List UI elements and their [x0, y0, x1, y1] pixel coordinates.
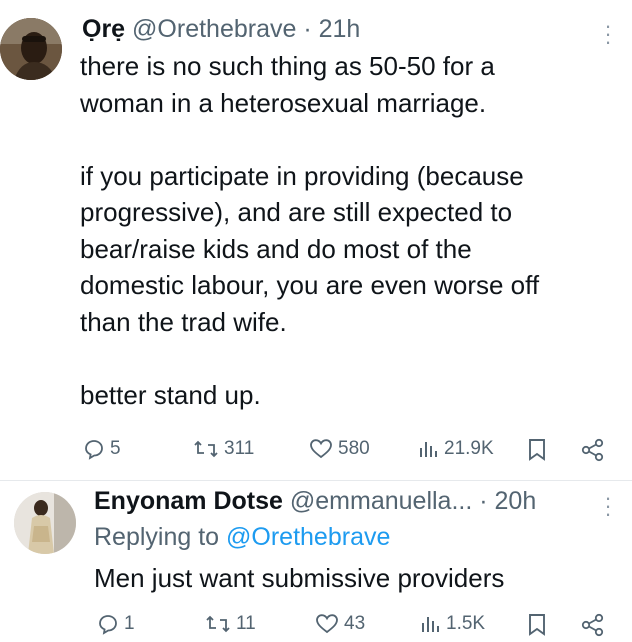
reply-count: 1	[124, 613, 135, 634]
user-handle[interactable]: @emmanuella...	[290, 487, 472, 515]
reply-icon	[99, 615, 117, 635]
repost-count: 11	[236, 613, 256, 634]
text-line: progressive), and are still expected to	[80, 197, 513, 227]
display-name[interactable]: Ọrẹ	[82, 15, 125, 43]
text-line: there is no such thing as 50-50 for a	[80, 51, 495, 81]
avatar-image	[14, 492, 76, 554]
like-count: 580	[338, 438, 370, 459]
action-bar: 1 11 43 1.5K	[0, 612, 632, 642]
share-icon	[581, 438, 604, 462]
views-count: 1.5K	[446, 613, 486, 634]
user-handle[interactable]: @Orethebrave	[132, 15, 296, 43]
timestamp[interactable]: 20h	[495, 487, 537, 515]
repost-icon	[206, 615, 230, 633]
separator-dot: ·	[479, 487, 488, 515]
text-line: Men just want submissive providers	[94, 563, 505, 593]
reply-icon	[85, 440, 103, 460]
tweet-header: Enyonam Dotse @emmanuella... · 20h	[94, 486, 536, 516]
repost-count: 311	[224, 438, 255, 459]
heart-icon	[316, 614, 338, 634]
tweet-header: Ọrẹ @Orethebrave · 21h	[82, 14, 360, 44]
separator-dot: ·	[303, 15, 312, 43]
tweet-text: Men just want submissive providers	[94, 560, 614, 597]
replying-to: Replying to @Orethebrave	[94, 522, 390, 552]
avatar-image	[0, 18, 62, 80]
text-line: better stand up.	[80, 379, 261, 410]
avatar[interactable]	[0, 18, 62, 80]
text-line: woman in a heterosexual marriage.	[80, 87, 487, 118]
tweet-text: there is no such thing as 50-50 for a wo…	[80, 48, 620, 413]
timestamp[interactable]: 21h	[319, 15, 361, 43]
share-icon	[581, 613, 604, 637]
like-count: 43	[344, 613, 366, 634]
replying-label: Replying to	[94, 523, 220, 551]
more-options-icon[interactable]: · · ·	[603, 487, 613, 525]
share-button[interactable]	[580, 437, 606, 463]
like-button[interactable]: 43	[314, 612, 365, 636]
tweet-original[interactable]: Ọrẹ @Orethebrave · 21h · · · there is no s…	[0, 0, 632, 480]
display-name[interactable]: Enyonam Dotse	[94, 487, 283, 515]
like-button[interactable]: 580	[308, 437, 370, 461]
views-button[interactable]: 1.5K	[418, 612, 485, 636]
avatar[interactable]	[14, 492, 76, 554]
bookmark-icon	[529, 614, 545, 636]
repost-button[interactable]: 11	[204, 612, 256, 636]
heart-icon	[310, 439, 332, 459]
repost-icon	[194, 440, 218, 458]
views-button[interactable]: 21.9K	[416, 437, 494, 461]
reply-button[interactable]: 1	[96, 612, 135, 636]
views-count: 21.9K	[444, 438, 494, 459]
text-line: if you participate in providing (because	[80, 160, 524, 191]
more-options-icon[interactable]: · · ·	[603, 15, 613, 53]
text-line: than the trad wife.	[80, 306, 287, 337]
share-button[interactable]	[580, 612, 606, 638]
views-icon	[422, 617, 439, 632]
bookmark-icon	[529, 439, 545, 461]
action-bar: 5 311 580 21.9K	[0, 437, 632, 467]
text-line: bear/raise kids and do most of the	[80, 233, 472, 264]
views-icon	[420, 442, 437, 457]
repost-button[interactable]: 311	[192, 437, 254, 461]
text-line: domestic labour, you are even worse off	[80, 270, 540, 300]
bookmark-button[interactable]	[526, 612, 548, 638]
reply-button[interactable]: 5	[82, 437, 121, 461]
bookmark-button[interactable]	[526, 437, 548, 463]
reply-count: 5	[110, 438, 121, 459]
replying-to-mention[interactable]: @Orethebrave	[226, 523, 390, 551]
